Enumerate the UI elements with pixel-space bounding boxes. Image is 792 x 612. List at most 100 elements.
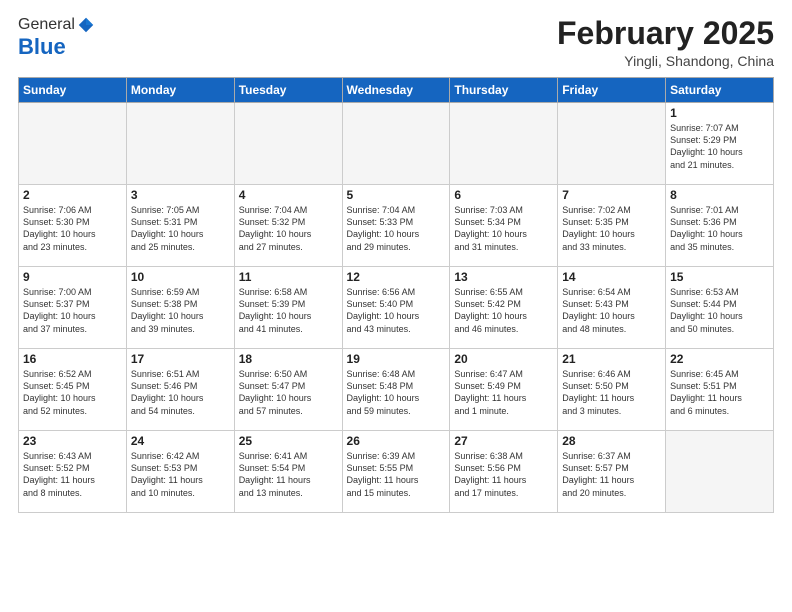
calendar-cell: 16 Sunrise: 6:52 AM Sunset: 5:45 PM Dayli… [19,349,127,431]
calendar-cell: 2Sunrise: 7:06 AM Sunset: 5:30 PM Daylig… [19,185,127,267]
day-info: Sunrise: 6:52 AM Sunset: 5:45 PM Dayligh… [23,368,122,417]
logo-general-text: General [18,16,75,34]
day-info: Sunrise: 6:45 AM Sunset: 5:51 PM Dayligh… [670,368,769,417]
day-info: Sunrise: 7:03 AM Sunset: 5:34 PM Dayligh… [454,204,553,253]
location-subtitle: Yingli, Shandong, China [557,53,774,69]
day-number: 14 [562,270,661,284]
calendar-cell: 20 Sunrise: 6:47 AM Sunset: 5:49 PM Dayli… [450,349,558,431]
day-number: 25 [239,434,338,448]
header: General Blue February 2025 Yingli, Shand… [18,16,774,69]
day-number: 9 [23,270,122,284]
calendar-cell: 28 Sunrise: 6:37 AM Sunset: 5:57 PM Dayli… [558,431,666,513]
calendar-cell: 17 Sunrise: 6:51 AM Sunset: 5:46 PM Dayli… [126,349,234,431]
day-number: 16 [23,352,122,366]
day-info: Sunrise: 7:01 AM Sunset: 5:36 PM Dayligh… [670,204,769,253]
calendar-cell: 24 Sunrise: 6:42 AM Sunset: 5:53 PM Dayli… [126,431,234,513]
day-info: Sunrise: 6:41 AM Sunset: 5:54 PM Dayligh… [239,450,338,499]
day-info: Sunrise: 7:07 AM Sunset: 5:29 PM Dayligh… [670,122,769,171]
day-info: Sunrise: 7:02 AM Sunset: 5:35 PM Dayligh… [562,204,661,253]
day-info: Sunrise: 6:55 AM Sunset: 5:42 PM Dayligh… [454,286,553,335]
weekday-wednesday: Wednesday [342,78,450,103]
calendar-cell: 13 Sunrise: 6:55 AM Sunset: 5:42 PM Dayli… [450,267,558,349]
calendar-cell: 5Sunrise: 7:04 AM Sunset: 5:33 PM Daylig… [342,185,450,267]
calendar-cell: 26 Sunrise: 6:39 AM Sunset: 5:55 PM Dayli… [342,431,450,513]
day-number: 11 [239,270,338,284]
day-info: Sunrise: 7:04 AM Sunset: 5:32 PM Dayligh… [239,204,338,253]
day-info: Sunrise: 7:06 AM Sunset: 5:30 PM Dayligh… [23,204,122,253]
day-number: 24 [131,434,230,448]
calendar-cell: 25 Sunrise: 6:41 AM Sunset: 5:54 PM Dayli… [234,431,342,513]
month-title: February 2025 [557,16,774,51]
day-info: Sunrise: 6:42 AM Sunset: 5:53 PM Dayligh… [131,450,230,499]
day-info: Sunrise: 6:46 AM Sunset: 5:50 PM Dayligh… [562,368,661,417]
calendar-cell [234,103,342,185]
page: General Blue February 2025 Yingli, Shand… [0,0,792,612]
calendar-cell [342,103,450,185]
day-info: Sunrise: 6:59 AM Sunset: 5:38 PM Dayligh… [131,286,230,335]
calendar-cell: 15Sunrise: 6:53 AM Sunset: 5:44 PM Dayli… [666,267,774,349]
calendar-week-4: 23Sunrise: 6:43 AM Sunset: 5:52 PM Dayli… [19,431,774,513]
calendar-cell [126,103,234,185]
calendar-cell: 12Sunrise: 6:56 AM Sunset: 5:40 PM Dayli… [342,267,450,349]
day-number: 6 [454,188,553,202]
day-number: 22 [670,352,769,366]
day-number: 8 [670,188,769,202]
calendar-cell: 6 Sunrise: 7:03 AM Sunset: 5:34 PM Daylig… [450,185,558,267]
day-info: Sunrise: 6:50 AM Sunset: 5:47 PM Dayligh… [239,368,338,417]
day-number: 19 [347,352,446,366]
calendar-cell: 27 Sunrise: 6:38 AM Sunset: 5:56 PM Dayli… [450,431,558,513]
calendar-cell [19,103,127,185]
calendar-table: SundayMondayTuesdayWednesdayThursdayFrid… [18,77,774,513]
day-info: Sunrise: 6:48 AM Sunset: 5:48 PM Dayligh… [347,368,446,417]
calendar-cell [558,103,666,185]
day-info: Sunrise: 6:54 AM Sunset: 5:43 PM Dayligh… [562,286,661,335]
day-number: 10 [131,270,230,284]
day-info: Sunrise: 6:51 AM Sunset: 5:46 PM Dayligh… [131,368,230,417]
logo: General Blue [18,16,95,60]
day-number: 23 [23,434,122,448]
title-block: February 2025 Yingli, Shandong, China [557,16,774,69]
day-number: 13 [454,270,553,284]
weekday-saturday: Saturday [666,78,774,103]
calendar-week-3: 16 Sunrise: 6:52 AM Sunset: 5:45 PM Dayli… [19,349,774,431]
day-number: 21 [562,352,661,366]
day-number: 20 [454,352,553,366]
day-info: Sunrise: 6:56 AM Sunset: 5:40 PM Dayligh… [347,286,446,335]
calendar-cell: 23Sunrise: 6:43 AM Sunset: 5:52 PM Dayli… [19,431,127,513]
calendar-week-1: 2Sunrise: 7:06 AM Sunset: 5:30 PM Daylig… [19,185,774,267]
calendar-cell: 19 Sunrise: 6:48 AM Sunset: 5:48 PM Dayli… [342,349,450,431]
calendar-cell: 21 Sunrise: 6:46 AM Sunset: 5:50 PM Dayli… [558,349,666,431]
day-info: Sunrise: 6:37 AM Sunset: 5:57 PM Dayligh… [562,450,661,499]
weekday-thursday: Thursday [450,78,558,103]
day-number: 17 [131,352,230,366]
day-info: Sunrise: 7:05 AM Sunset: 5:31 PM Dayligh… [131,204,230,253]
calendar-cell: 3Sunrise: 7:05 AM Sunset: 5:31 PM Daylig… [126,185,234,267]
day-number: 7 [562,188,661,202]
day-info: Sunrise: 6:38 AM Sunset: 5:56 PM Dayligh… [454,450,553,499]
calendar-cell: 7 Sunrise: 7:02 AM Sunset: 5:35 PM Daylig… [558,185,666,267]
calendar-cell: 11 Sunrise: 6:58 AM Sunset: 5:39 PM Dayli… [234,267,342,349]
calendar-cell: 4 Sunrise: 7:04 AM Sunset: 5:32 PM Daylig… [234,185,342,267]
day-info: Sunrise: 7:00 AM Sunset: 5:37 PM Dayligh… [23,286,122,335]
day-number: 4 [239,188,338,202]
day-info: Sunrise: 7:04 AM Sunset: 5:33 PM Dayligh… [347,204,446,253]
calendar-week-0: 1Sunrise: 7:07 AM Sunset: 5:29 PM Daylig… [19,103,774,185]
calendar-cell: 9 Sunrise: 7:00 AM Sunset: 5:37 PM Daylig… [19,267,127,349]
calendar-cell: 8 Sunrise: 7:01 AM Sunset: 5:36 PM Daylig… [666,185,774,267]
day-info: Sunrise: 6:47 AM Sunset: 5:49 PM Dayligh… [454,368,553,417]
weekday-friday: Friday [558,78,666,103]
day-number: 28 [562,434,661,448]
day-info: Sunrise: 6:53 AM Sunset: 5:44 PM Dayligh… [670,286,769,335]
weekday-tuesday: Tuesday [234,78,342,103]
day-info: Sunrise: 6:58 AM Sunset: 5:39 PM Dayligh… [239,286,338,335]
calendar-cell: 10 Sunrise: 6:59 AM Sunset: 5:38 PM Dayli… [126,267,234,349]
day-number: 26 [347,434,446,448]
day-info: Sunrise: 6:39 AM Sunset: 5:55 PM Dayligh… [347,450,446,499]
day-number: 18 [239,352,338,366]
weekday-sunday: Sunday [19,78,127,103]
logo-blue-text: Blue [18,34,66,60]
calendar-cell [450,103,558,185]
calendar-cell: 18 Sunrise: 6:50 AM Sunset: 5:47 PM Dayli… [234,349,342,431]
day-number: 27 [454,434,553,448]
calendar-cell [666,431,774,513]
